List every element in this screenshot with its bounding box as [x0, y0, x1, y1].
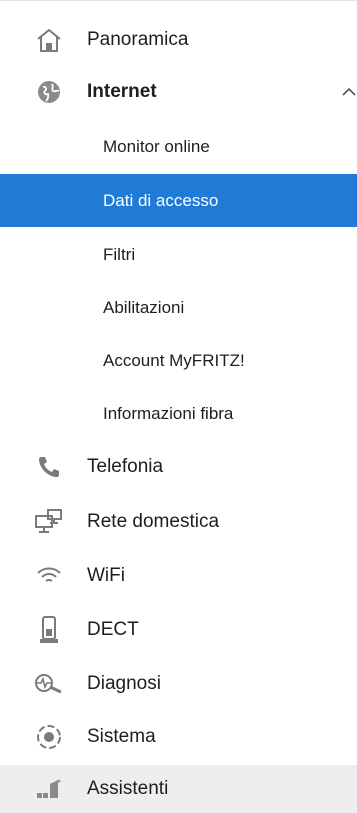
nav-item-label: Telefonia	[87, 456, 164, 477]
subnav-item-label: Dati di accesso	[103, 190, 219, 210]
nav-item-telephony[interactable]: Telefonia	[0, 440, 357, 494]
wifi-icon	[34, 561, 64, 591]
sidebar-nav: Panoramica Internet Monitor online Dati …	[0, 0, 357, 813]
nav-item-internet[interactable]: Internet	[0, 66, 357, 118]
subnav-item-label: Abilitazioni	[103, 297, 185, 317]
subnav-item-label: Filtri	[103, 244, 136, 264]
nav-item-diagnostics[interactable]: Diagnosi	[0, 657, 357, 711]
subnav-item-myfritz-account[interactable]: Account MyFRITZ!	[0, 334, 357, 387]
subnav-item-label: Monitor online	[103, 137, 210, 156]
nav-item-wifi[interactable]: WiFi	[0, 549, 357, 603]
chevron-up-icon[interactable]	[341, 84, 357, 100]
phone-icon	[34, 452, 64, 482]
wizard-icon	[34, 774, 64, 804]
nav-item-system[interactable]: Sistema	[0, 711, 357, 763]
nav-item-label: DECT	[87, 619, 139, 640]
network-icon	[34, 507, 64, 537]
diagnostics-icon	[34, 669, 64, 699]
nav-item-label: Diagnosi	[87, 673, 161, 694]
nav-item-label: Assistenti	[87, 778, 169, 799]
dect-phone-icon	[34, 615, 64, 645]
nav-item-label: Sistema	[87, 726, 156, 747]
nav-item-home-network[interactable]: Rete domestica	[0, 494, 357, 549]
subnav-item-label: Informazioni fibra	[103, 403, 234, 423]
subnav-item-fiber-info[interactable]: Informazioni fibra	[0, 387, 357, 440]
nav-item-label: WiFi	[87, 565, 125, 586]
subnav-item-online-monitor[interactable]: Monitor online	[0, 120, 357, 174]
subnav-item-permissions[interactable]: Abilitazioni	[0, 281, 357, 334]
nav-item-label: Rete domestica	[87, 510, 220, 532]
system-icon	[34, 722, 64, 752]
nav-item-label: Internet	[87, 81, 157, 102]
subnav-item-label: Account MyFRITZ!	[103, 350, 245, 370]
nav-item-wizards[interactable]: Assistenti	[0, 765, 357, 813]
subnav-item-filters[interactable]: Filtri	[0, 228, 357, 281]
nav-item-label: Panoramica	[87, 29, 189, 50]
nav-item-overview[interactable]: Panoramica	[0, 14, 357, 66]
home-icon	[34, 25, 64, 55]
subnav-item-access-data[interactable]: Dati di accesso	[0, 174, 357, 227]
globe-icon	[34, 77, 64, 107]
nav-item-dect[interactable]: DECT	[0, 603, 357, 657]
